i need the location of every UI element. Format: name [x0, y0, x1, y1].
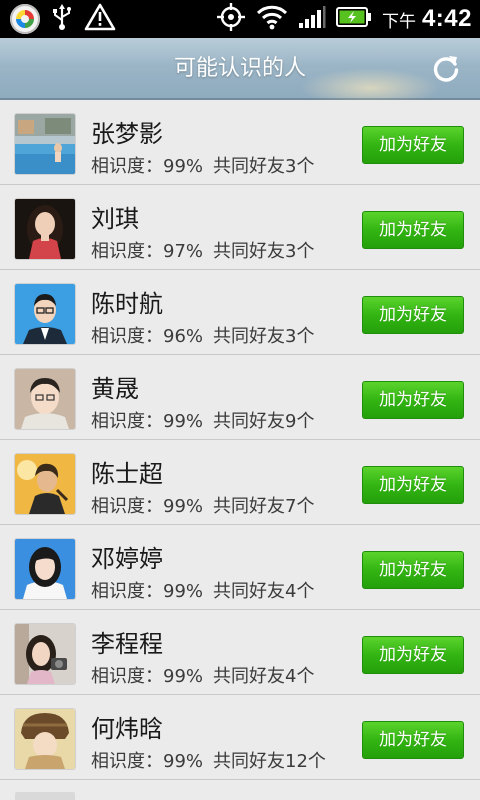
status-time: 4:42: [421, 5, 472, 32]
add-friend-button[interactable]: 加为好友: [362, 551, 464, 589]
friend-meta: 相识度：96% 共同好友3个: [91, 322, 314, 348]
add-friend-button[interactable]: 加为好友: [362, 466, 464, 504]
common-friends-suffix: 个: [296, 411, 315, 432]
friend-meta: 相识度：99% 共同好友9个: [91, 407, 314, 433]
familiarity-label: 相识度：: [91, 751, 163, 772]
friend-name: 黄晟: [91, 375, 139, 403]
familiarity-label: 相识度：: [91, 156, 163, 177]
friend-meta: 相识度：99% 共同好友7个: [91, 492, 314, 518]
list-item[interactable]: 刘琪 相识度：97% 共同好友3个 加为好友: [0, 185, 480, 270]
common-friends-label: 共同好友: [213, 411, 286, 432]
common-friends-suffix: 个: [296, 666, 315, 687]
familiarity-label: 相识度：: [91, 326, 163, 347]
usb-icon: [50, 3, 74, 35]
list-item-partial[interactable]: [0, 780, 480, 800]
familiarity-label: 相识度：: [91, 241, 163, 262]
common-friends-count: 9: [285, 411, 297, 432]
friend-meta: 相识度：99% 共同好友4个: [91, 662, 314, 688]
familiarity-value: 99%: [163, 496, 204, 517]
gps-icon: [216, 2, 246, 36]
add-friend-button[interactable]: 加为好友: [362, 211, 464, 249]
battery-icon: [335, 6, 372, 32]
common-friends-label: 共同好友: [213, 666, 286, 687]
familiarity-label: 相识度：: [91, 581, 163, 602]
avatar[interactable]: [15, 114, 75, 174]
familiarity-value: 99%: [163, 156, 204, 177]
friend-name: 邓婷婷: [91, 545, 163, 573]
friend-name: 张梦影: [91, 120, 163, 148]
friend-meta: 相识度：99% 共同好友3个: [91, 152, 314, 178]
common-friends-suffix: 个: [307, 751, 326, 772]
refresh-icon: [433, 56, 459, 82]
avatar[interactable]: [15, 284, 75, 344]
avatar[interactable]: [15, 454, 75, 514]
friend-meta: 相识度：97% 共同好友3个: [91, 237, 314, 263]
friend-name: 刘琪: [91, 205, 139, 233]
avatar[interactable]: [15, 792, 75, 800]
common-friends-count: 4: [285, 581, 297, 602]
add-friend-button[interactable]: 加为好友: [362, 381, 464, 419]
avatar[interactable]: [15, 624, 75, 684]
status-bar: 下午 4:42: [0, 0, 480, 38]
familiarity-value: 96%: [163, 326, 204, 347]
familiarity-label: 相识度：: [91, 411, 163, 432]
common-friends-count: 7: [285, 496, 297, 517]
list-item[interactable]: 何炜晗 相识度：99% 共同好友12个 加为好友: [0, 695, 480, 780]
familiarity-value: 97%: [163, 241, 204, 262]
add-friend-button[interactable]: 加为好友: [362, 126, 464, 164]
avatar[interactable]: [15, 199, 75, 259]
list-item[interactable]: 邓婷婷 相识度：99% 共同好友4个 加为好友: [0, 525, 480, 610]
list-item[interactable]: 李程程 相识度：99% 共同好友4个 加为好友: [0, 610, 480, 695]
common-friends-label: 共同好友: [213, 156, 286, 177]
common-friends-suffix: 个: [296, 326, 315, 347]
page-title: 可能认识的人: [173, 56, 306, 81]
common-friends-label: 共同好友: [213, 751, 286, 772]
common-friends-count: 3: [285, 156, 297, 177]
friend-name: 陈时航: [91, 290, 163, 318]
common-friends-label: 共同好友: [213, 496, 286, 517]
familiarity-label: 相识度：: [91, 496, 163, 517]
signal-icon: [298, 5, 326, 33]
familiarity-value: 99%: [163, 751, 204, 772]
warning-icon: [84, 3, 116, 35]
common-friends-suffix: 个: [296, 156, 315, 177]
common-friends-suffix: 个: [296, 496, 315, 517]
common-friends-suffix: 个: [296, 581, 315, 602]
status-system-icons: 下午 4:42: [216, 0, 472, 38]
status-ampm: 下午: [381, 11, 416, 32]
common-friends-count: 3: [285, 326, 297, 347]
familiarity-value: 99%: [163, 581, 204, 602]
add-friend-button[interactable]: 加为好友: [362, 721, 464, 759]
friend-meta: 相识度：99% 共同好友12个: [91, 747, 326, 773]
suggested-friends-list[interactable]: 张梦影 相识度：99% 共同好友3个 加为好友 刘琪 相识度：97% 共同好友3个 …: [0, 100, 480, 800]
common-friends-count: 12: [285, 751, 308, 772]
list-item[interactable]: 黄晟 相识度：99% 共同好友9个 加为好友: [0, 355, 480, 440]
friend-name: 陈士超: [91, 460, 163, 488]
friend-name: 李程程: [91, 630, 163, 658]
common-friends-suffix: 个: [296, 241, 315, 262]
common-friends-label: 共同好友: [213, 581, 286, 602]
familiarity-value: 99%: [163, 411, 204, 432]
common-friends-label: 共同好友: [213, 326, 286, 347]
app-icon: [10, 4, 40, 34]
friend-meta: 相识度：99% 共同好友4个: [91, 577, 314, 603]
list-item[interactable]: 陈时航 相识度：96% 共同好友3个 加为好友: [0, 270, 480, 355]
add-friend-button[interactable]: 加为好友: [362, 636, 464, 674]
add-friend-button[interactable]: 加为好友: [362, 296, 464, 334]
avatar[interactable]: [15, 709, 75, 769]
list-item[interactable]: 张梦影 相识度：99% 共同好友3个 加为好友: [0, 100, 480, 185]
list-item[interactable]: 陈士超 相识度：99% 共同好友7个 加为好友: [0, 440, 480, 525]
familiarity-label: 相识度：: [91, 666, 163, 687]
avatar[interactable]: [15, 369, 75, 429]
common-friends-count: 4: [285, 666, 297, 687]
familiarity-value: 99%: [163, 666, 204, 687]
friend-name: 何炜晗: [91, 715, 163, 743]
refresh-button[interactable]: [430, 53, 462, 85]
common-friends-count: 3: [285, 241, 297, 262]
avatar[interactable]: [15, 539, 75, 599]
common-friends-label: 共同好友: [213, 241, 286, 262]
status-notifications: [10, 3, 116, 35]
header-bar: 可能认识的人: [0, 38, 480, 100]
wifi-icon: [256, 4, 288, 34]
